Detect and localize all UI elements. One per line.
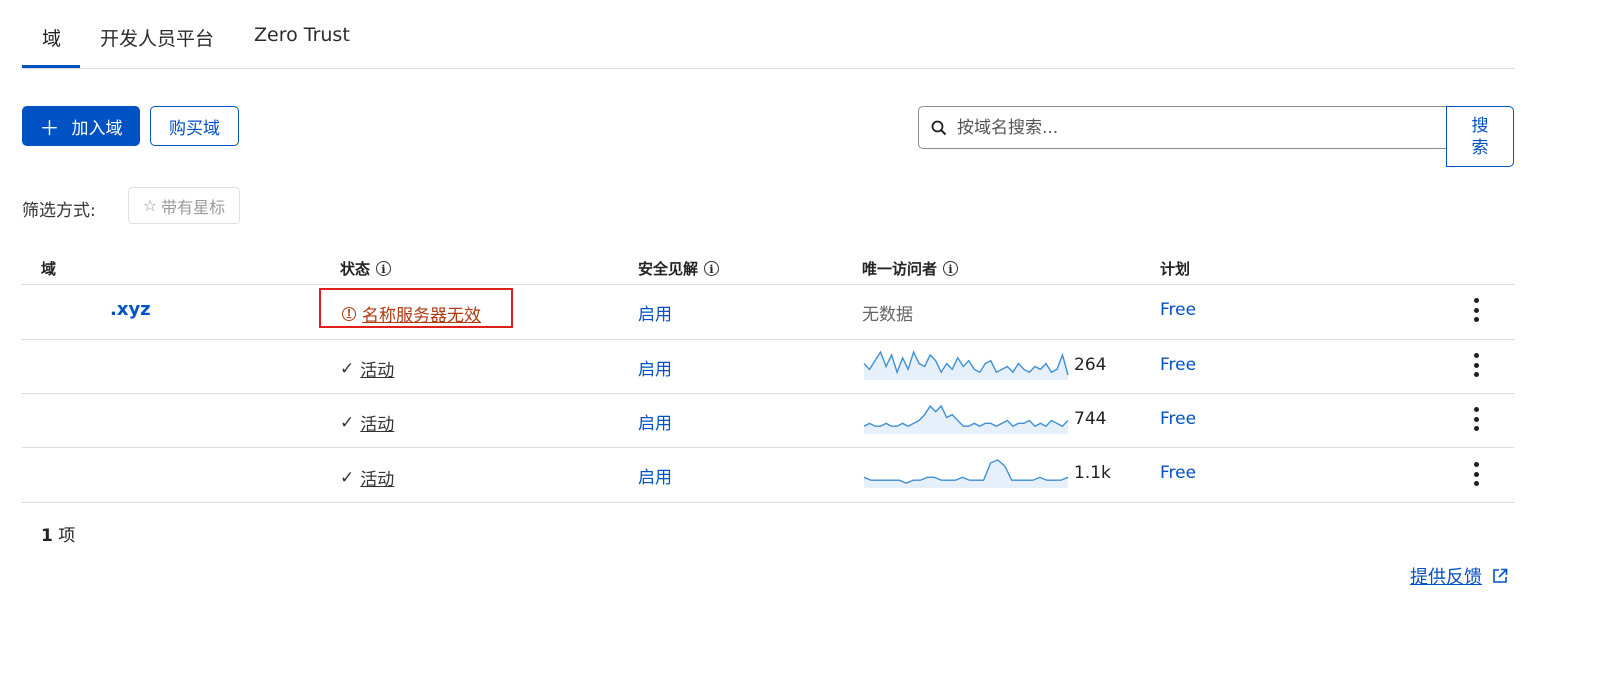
status-active-link[interactable]: ✓ 活动 — [340, 356, 395, 382]
plan-link[interactable]: Free — [1160, 409, 1196, 429]
visitors-sparkline — [863, 459, 1069, 488]
feedback-link[interactable]: 提供反馈 — [1410, 563, 1508, 589]
info-icon[interactable]: i — [943, 261, 959, 276]
status-active-link[interactable]: ✓ 活动 — [340, 465, 395, 491]
column-header-plan-label: 计划 — [1160, 260, 1191, 278]
plan-link[interactable]: Free — [1160, 463, 1196, 483]
search-button-label: 搜索 — [1471, 115, 1489, 158]
search-field[interactable] — [918, 106, 1448, 149]
row-divider — [22, 393, 1514, 394]
check-icon: ✓ — [340, 358, 355, 379]
status-text: 活动 — [360, 361, 395, 381]
domain-link[interactable]: .xyz — [110, 299, 151, 320]
add-domain-label: 加入域 — [71, 118, 123, 139]
column-header-domain[interactable]: 域 — [41, 258, 56, 279]
table-bottom-divider — [22, 502, 1514, 503]
visitors-sparkline — [863, 404, 1069, 434]
visitors-count: 1.1k — [1074, 463, 1111, 483]
sparkline-line — [863, 404, 1069, 428]
sparkline-area — [864, 406, 1068, 434]
row-menu-button[interactable] — [1472, 407, 1480, 431]
tab-domains[interactable]: 域 — [42, 24, 61, 51]
row-divider — [22, 339, 1514, 340]
plan-link[interactable]: Free — [1160, 300, 1196, 320]
status-text: 活动 — [360, 415, 395, 435]
tab-zero-trust[interactable]: Zero Trust — [254, 24, 350, 46]
filter-label: 筛选方式: — [22, 201, 96, 221]
highlight-box — [319, 288, 513, 328]
plan-link[interactable]: Free — [1160, 355, 1196, 375]
search-icon — [931, 120, 947, 135]
column-header-plan[interactable]: 计划 — [1160, 258, 1190, 279]
buy-domain-button[interactable]: 购买域 — [150, 106, 239, 146]
status-text: 活动 — [360, 470, 395, 490]
column-header-visitors[interactable]: 唯一访问者 i — [862, 258, 959, 279]
column-header-security-label: 安全见解 — [638, 260, 699, 278]
check-icon: ✓ — [340, 412, 355, 433]
plus-icon: ＋ — [39, 115, 60, 140]
tab-bar: 域 开发人员平台 Zero Trust — [22, 0, 1514, 69]
security-insights-link[interactable]: 启用 — [638, 300, 672, 325]
security-insights-link[interactable]: 启用 — [638, 355, 672, 380]
column-header-security[interactable]: 安全见解 i — [638, 258, 720, 279]
visitors-count: 744 — [1074, 409, 1107, 429]
info-icon[interactable]: i — [704, 261, 720, 276]
info-icon[interactable]: i — [376, 261, 392, 276]
row-divider — [22, 447, 1514, 448]
check-icon: ✓ — [340, 467, 355, 488]
security-insights-link[interactable]: 启用 — [638, 409, 672, 434]
column-header-status[interactable]: 状态 i — [340, 258, 392, 279]
starred-filter-chip[interactable]: ☆ 带有星标 — [128, 187, 240, 224]
star-icon: ☆ — [142, 196, 158, 215]
column-header-domain-label: 域 — [41, 260, 57, 278]
items-count-number: 1 — [41, 526, 53, 546]
row-menu-button[interactable] — [1472, 462, 1480, 486]
active-tab-indicator — [22, 65, 80, 68]
tab-developer-platform[interactable]: 开发人员平台 — [100, 24, 214, 51]
search-input[interactable] — [955, 116, 1419, 139]
row-menu-button[interactable] — [1472, 298, 1480, 322]
feedback-label: 提供反馈 — [1410, 567, 1482, 588]
search-button[interactable]: 搜索 — [1446, 106, 1514, 167]
starred-filter-label: 带有星标 — [161, 197, 226, 217]
visitors-sparkline — [863, 350, 1069, 380]
items-count-unit: 项 — [58, 526, 76, 546]
row-menu-button[interactable] — [1472, 353, 1480, 377]
external-link-icon — [1493, 568, 1508, 583]
table-header-divider — [22, 284, 1514, 285]
add-domain-button[interactable]: ＋ 加入域 — [22, 106, 140, 146]
status-active-link[interactable]: ✓ 活动 — [340, 410, 395, 436]
column-header-status-label: 状态 — [340, 260, 371, 278]
items-count: 1 项 — [41, 521, 75, 546]
column-header-visitors-label: 唯一访问者 — [862, 260, 938, 278]
visitors-value: 无数据 — [862, 305, 913, 325]
visitors-count: 264 — [1074, 355, 1107, 375]
security-insights-link[interactable]: 启用 — [638, 463, 672, 488]
sparkline-area — [864, 460, 1068, 488]
